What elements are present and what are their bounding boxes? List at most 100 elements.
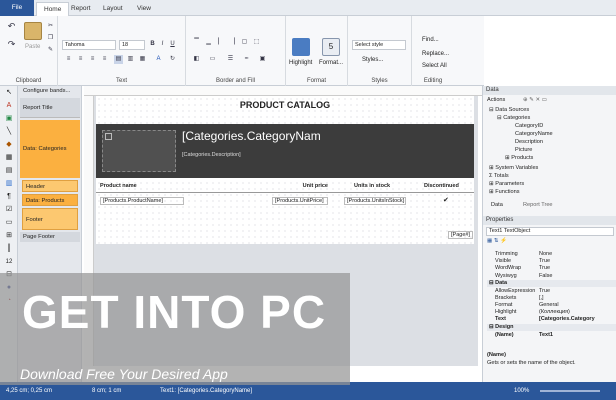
- richtext-object-icon[interactable]: ¶: [4, 192, 14, 202]
- fill-color-icon[interactable]: ◧: [192, 55, 201, 64]
- font-size-select[interactable]: 18: [119, 40, 145, 50]
- tree-categories[interactable]: ⊟ Categories: [497, 115, 530, 122]
- valign-bottom-icon[interactable]: ▦: [138, 55, 147, 64]
- category-description-field[interactable]: [Categories.Description]: [182, 152, 342, 158]
- chart-object-icon[interactable]: ▥: [4, 179, 14, 189]
- highlight-icon[interactable]: [292, 38, 310, 56]
- unit-price-field[interactable]: [Products.UnitPrice]: [272, 197, 328, 205]
- style-select[interactable]: Select style: [352, 40, 406, 50]
- italic-icon[interactable]: I: [158, 40, 167, 49]
- font-color-icon[interactable]: A: [154, 55, 163, 64]
- align-right-icon[interactable]: ≡: [88, 55, 97, 64]
- tree-products[interactable]: ⊞ Products: [505, 155, 533, 162]
- border-bottom-icon[interactable]: ▁: [204, 38, 213, 47]
- report-tree-tab[interactable]: Report Tree: [523, 202, 553, 209]
- line-object-icon[interactable]: ╲: [4, 127, 14, 137]
- underline-icon[interactable]: U: [168, 40, 177, 49]
- border-none-icon[interactable]: ⬚: [252, 38, 261, 47]
- subreport-object-icon[interactable]: ▭: [4, 218, 14, 228]
- paste-icon[interactable]: [24, 22, 42, 40]
- col-header-discontinued[interactable]: Discontinued: [424, 183, 459, 189]
- properties-toolbar-icons[interactable]: ▦ ⇅ ⚡: [487, 238, 507, 245]
- align-center-icon[interactable]: ≡: [76, 55, 85, 64]
- border-all-icon[interactable]: ▢: [240, 38, 249, 47]
- band-header[interactable]: Header: [22, 180, 78, 192]
- table-object-icon[interactable]: ▦: [4, 153, 14, 163]
- tree-category-name[interactable]: CategoryName: [515, 131, 553, 138]
- band-data-categories[interactable]: Data: Categories: [20, 120, 80, 178]
- picture-object-icon[interactable]: ▣: [4, 114, 14, 124]
- highlight-button[interactable]: Highlight: [289, 59, 312, 67]
- cut-icon[interactable]: ✂: [46, 22, 55, 31]
- format-icon[interactable]: 5: [322, 38, 340, 56]
- category-name-field[interactable]: [Categories.CategoryNam: [182, 128, 342, 144]
- object-selector[interactable]: Text1 TextObject: [486, 227, 614, 236]
- prop-row[interactable]: Format General: [487, 302, 616, 309]
- col-header-stock[interactable]: Units in stock: [354, 183, 390, 189]
- data-tab[interactable]: Data: [491, 202, 503, 209]
- valign-middle-icon[interactable]: ▥: [126, 55, 135, 64]
- tab-report[interactable]: Report: [64, 2, 98, 16]
- line-style-icon[interactable]: ┅: [242, 55, 251, 64]
- text-object-icon[interactable]: A: [4, 101, 14, 111]
- align-left-icon[interactable]: ≡: [64, 55, 73, 64]
- format-button[interactable]: Format...: [319, 59, 343, 67]
- prop-row[interactable]: WordWrap True: [487, 265, 616, 272]
- shape-object-icon[interactable]: ◆: [4, 140, 14, 150]
- align-justify-icon[interactable]: ≡: [100, 55, 109, 64]
- col-header-product[interactable]: Product name: [100, 183, 137, 189]
- prop-category-data[interactable]: ⊟ Data: [487, 280, 616, 288]
- redo-icon[interactable]: ↷: [6, 40, 17, 51]
- band-data-products[interactable]: Data: Products: [22, 194, 78, 206]
- discontinued-checkbox-icon[interactable]: ✔: [443, 196, 449, 204]
- prop-row[interactable]: Wysiwyg False: [487, 273, 616, 280]
- tree-functions[interactable]: ⊞ Functions: [489, 189, 520, 196]
- select-all-button[interactable]: Select All: [422, 62, 447, 70]
- styles-button[interactable]: Styles...: [362, 56, 383, 64]
- prop-row[interactable]: AllowExpression True: [487, 288, 616, 295]
- tree-parameters[interactable]: ⊞ Parameters: [489, 181, 524, 188]
- band-report-title[interactable]: Report Title: [20, 98, 80, 118]
- data-toolbar-icons[interactable]: ⊕ ✎ ✕ ▭: [523, 97, 547, 104]
- checkbox-object-icon[interactable]: ☑: [4, 205, 14, 215]
- barcode-object-icon[interactable]: ║: [4, 244, 14, 254]
- tree-data-sources[interactable]: ⊟ Data Sources: [489, 107, 529, 114]
- replace-button[interactable]: Replace...: [422, 50, 449, 58]
- configure-bands-button[interactable]: Configure bands...: [20, 86, 80, 96]
- matrix-object-icon[interactable]: ▤: [4, 166, 14, 176]
- tab-view[interactable]: View: [130, 2, 158, 16]
- shadow-icon[interactable]: ▣: [258, 55, 267, 64]
- prop-row-name[interactable]: (Name) Text1: [487, 332, 616, 339]
- valign-top-icon[interactable]: ▤: [114, 55, 123, 64]
- tab-file[interactable]: File: [0, 0, 34, 16]
- tree-category-id[interactable]: CategoryID: [515, 123, 543, 130]
- prop-row-text[interactable]: Text [Categories.Category: [487, 316, 616, 323]
- tree-description[interactable]: Description: [515, 139, 543, 146]
- find-button[interactable]: Find...: [422, 36, 439, 44]
- paste-button[interactable]: Paste: [25, 43, 40, 51]
- undo-icon[interactable]: ↶: [6, 22, 17, 33]
- tree-totals[interactable]: Σ Totals: [489, 173, 509, 180]
- actions-menu[interactable]: Actions: [487, 97, 505, 104]
- font-name-select[interactable]: Tahoma: [62, 40, 116, 50]
- zoom-level[interactable]: 100%: [514, 382, 529, 400]
- prop-row[interactable]: Brackets [,]: [487, 295, 616, 302]
- col-header-price[interactable]: Unit price: [296, 183, 328, 189]
- border-top-icon[interactable]: ▔: [192, 38, 201, 47]
- pointer-icon[interactable]: ↖: [4, 88, 14, 98]
- copy-icon[interactable]: ❐: [46, 34, 55, 43]
- units-stock-field[interactable]: [Products.UnitsInStock]: [344, 197, 406, 205]
- tree-system-variables[interactable]: ⊞ System Variables: [489, 165, 538, 172]
- prop-row[interactable]: Highlight (Коллекция): [487, 309, 616, 316]
- line-color-icon[interactable]: ▭: [208, 55, 217, 64]
- product-name-field[interactable]: [Products.ProductName]: [100, 197, 184, 205]
- border-left-icon[interactable]: ▏: [216, 38, 225, 47]
- category-picture[interactable]: [102, 130, 176, 172]
- prop-row[interactable]: Visible True: [487, 258, 616, 265]
- prop-row[interactable]: Trimming None: [487, 251, 616, 258]
- report-title-text[interactable]: PRODUCT CATALOG: [96, 98, 474, 112]
- prop-category-design[interactable]: ⊟ Design: [487, 324, 616, 332]
- tree-picture[interactable]: Picture: [515, 147, 532, 154]
- page-number-field[interactable]: [Page#]: [448, 231, 473, 239]
- border-right-icon[interactable]: ▕: [228, 38, 237, 47]
